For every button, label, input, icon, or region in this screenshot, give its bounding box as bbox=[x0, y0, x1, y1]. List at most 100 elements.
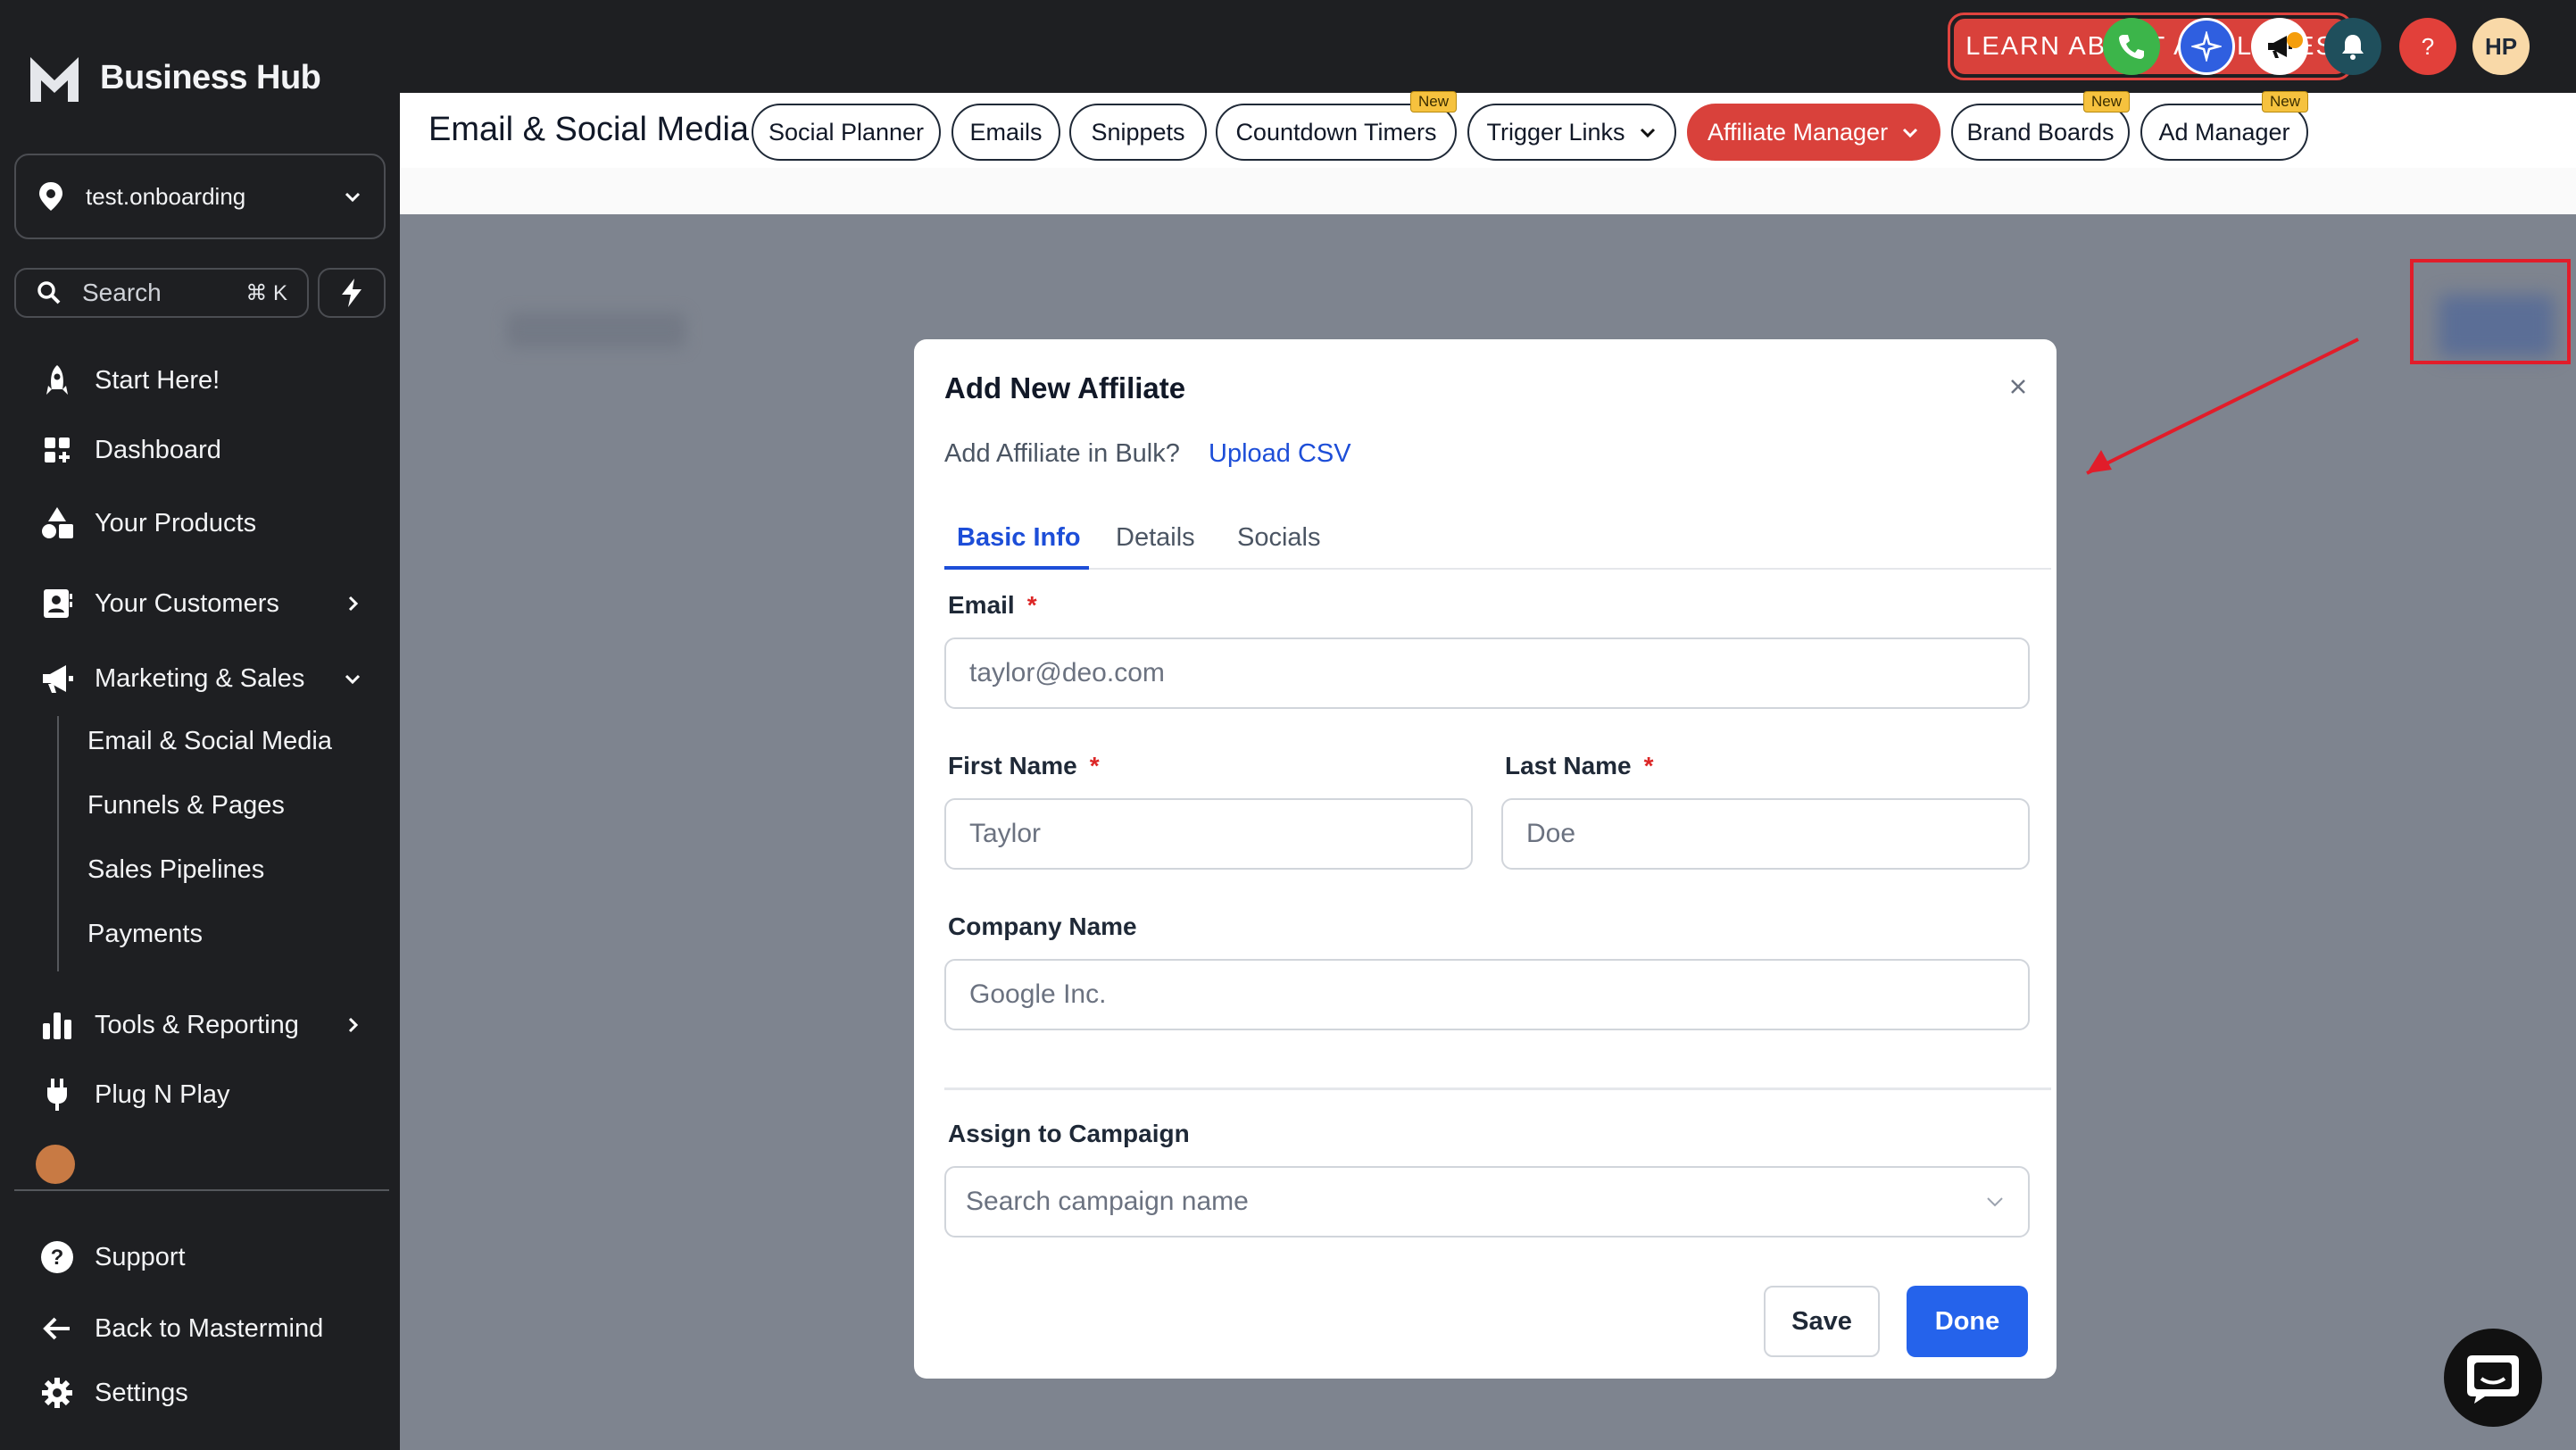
chevron-right-icon bbox=[348, 1017, 359, 1033]
save-button[interactable]: Save bbox=[1764, 1286, 1880, 1357]
bar-chart-icon bbox=[43, 1012, 71, 1039]
email-label: Email * bbox=[948, 591, 1037, 620]
sidebar-item-label: Support bbox=[95, 1242, 186, 1271]
sidebar-item-start-here[interactable]: Start Here! bbox=[39, 362, 220, 398]
top-bar: LEARN ABOUT AFFILIATES ? HP bbox=[400, 0, 2576, 93]
sidebar-item-marketing[interactable]: Marketing & Sales bbox=[39, 661, 361, 696]
sidebar-search[interactable]: Search ⌘ K bbox=[14, 268, 309, 318]
tab-snippets[interactable]: Snippets bbox=[1069, 104, 1207, 161]
tab-label: Trigger Links bbox=[1486, 118, 1625, 146]
help-circle-icon: ? bbox=[41, 1241, 73, 1273]
user-avatar[interactable]: HP bbox=[2472, 18, 2530, 75]
sidebar: Business Hub test.onboarding Search ⌘ K … bbox=[0, 0, 400, 1450]
phone-icon bbox=[2119, 35, 2144, 59]
announcements-button[interactable] bbox=[2251, 18, 2308, 75]
sidebar-item-dashboard[interactable]: Dashboard bbox=[39, 432, 221, 468]
highlight-box-annotation bbox=[2410, 259, 2571, 364]
new-badge: New bbox=[1409, 91, 1457, 112]
sidebar-item-support[interactable]: ? Support bbox=[39, 1239, 186, 1275]
tab-details[interactable]: Details bbox=[1116, 523, 1195, 553]
ai-assistant-button[interactable] bbox=[2178, 18, 2235, 75]
notification-dot bbox=[2287, 32, 2303, 48]
blurred-heading bbox=[507, 312, 686, 348]
last-name-placeholder: Doe bbox=[1526, 819, 1576, 848]
tab-ad-manager[interactable]: Ad Manager New bbox=[2140, 91, 2308, 161]
bulk-prompt: Add Affiliate in Bulk? bbox=[944, 439, 1180, 468]
brand-name: Business Hub bbox=[100, 58, 321, 96]
sidebar-divider bbox=[14, 1189, 389, 1191]
location-name: test.onboarding bbox=[86, 182, 246, 210]
tab-label: Social Planner bbox=[768, 118, 925, 146]
chevron-down-icon bbox=[1903, 128, 1918, 138]
tab-label: Affiliate Manager bbox=[1707, 118, 1889, 146]
sidebar-item-label: Plug N Play bbox=[95, 1079, 230, 1109]
tab-emails[interactable]: Emails bbox=[951, 104, 1060, 161]
sidebar-item-label: Settings bbox=[95, 1378, 188, 1407]
campaign-select[interactable]: Search campaign name bbox=[944, 1166, 2030, 1238]
location-switcher[interactable]: test.onboarding bbox=[14, 154, 386, 239]
company-label-text: Company Name bbox=[948, 912, 1137, 940]
first-name-label: First Name * bbox=[948, 752, 1100, 780]
tab-label: Brand Boards bbox=[1966, 118, 2115, 146]
email-field[interactable]: taylor@deo.com bbox=[944, 638, 2030, 709]
sidebar-subitem-funnels[interactable]: Funnels & Pages bbox=[87, 791, 285, 821]
sidebar-item-label: Start Here! bbox=[95, 365, 220, 395]
sidebar-subitem-payments[interactable]: Payments bbox=[87, 920, 203, 949]
sidebar-subitem-email-social[interactable]: Email & Social Media bbox=[87, 727, 332, 756]
tab-basic-info[interactable]: Basic Info bbox=[957, 523, 1081, 553]
sidebar-item-back[interactable]: Back to Mastermind bbox=[39, 1311, 323, 1346]
company-name-label: Company Name bbox=[948, 912, 1137, 941]
last-name-label-text: Last Name bbox=[1505, 752, 1632, 779]
brand-logo-icon bbox=[30, 57, 79, 102]
new-badge: New bbox=[2261, 91, 2308, 112]
sparkle-icon bbox=[2191, 31, 2222, 62]
tab-trigger-links[interactable]: Trigger Links bbox=[1467, 104, 1676, 161]
sidebar-item-products[interactable]: Your Products bbox=[39, 505, 256, 541]
tab-countdown-timers[interactable]: Countdown Timers New bbox=[1216, 91, 1457, 161]
avatar[interactable] bbox=[36, 1145, 75, 1184]
shapes-icon bbox=[42, 507, 73, 538]
quick-actions-button[interactable] bbox=[318, 268, 386, 318]
first-name-placeholder: Taylor bbox=[969, 819, 1042, 848]
sidebar-item-label: Back to Mastermind bbox=[95, 1313, 324, 1343]
sidebar-item-customers[interactable]: Your Customers bbox=[39, 586, 359, 621]
sidebar-item-plug-n-play[interactable]: Plug N Play bbox=[39, 1077, 230, 1112]
company-name-field[interactable]: Google Inc. bbox=[944, 959, 2030, 1030]
tab-affiliate-manager[interactable]: Affiliate Manager bbox=[1687, 104, 1940, 161]
last-name-label: Last Name * bbox=[1505, 752, 1654, 780]
annotation-arrow bbox=[2086, 338, 2359, 475]
sidebar-item-label: Your Customers bbox=[95, 588, 279, 618]
tab-brand-boards[interactable]: Brand Boards New bbox=[1951, 91, 2130, 161]
tab-social-planner[interactable]: Social Planner bbox=[752, 104, 941, 161]
add-affiliate-modal: Add New Affiliate Add Affiliate in Bulk?… bbox=[914, 339, 2057, 1379]
search-icon bbox=[37, 281, 61, 304]
sidebar-item-label: Dashboard bbox=[95, 435, 221, 464]
megaphone-icon bbox=[43, 665, 73, 693]
sidebar-item-label: Your Products bbox=[95, 508, 257, 538]
done-button[interactable]: Done bbox=[1907, 1286, 2028, 1357]
sidebar-item-settings[interactable]: Settings bbox=[39, 1375, 188, 1411]
tab-divider bbox=[944, 568, 2051, 570]
phone-button[interactable] bbox=[2103, 18, 2160, 75]
submenu-guide-line bbox=[57, 716, 59, 971]
required-marker: * bbox=[1026, 591, 1037, 619]
chat-icon bbox=[2467, 1355, 2519, 1404]
first-name-field[interactable]: Taylor bbox=[944, 798, 1473, 870]
help-icon: ? bbox=[2422, 33, 2434, 60]
help-button[interactable]: ? bbox=[2399, 18, 2456, 75]
company-placeholder: Google Inc. bbox=[969, 979, 1107, 1009]
notifications-button[interactable] bbox=[2324, 18, 2381, 75]
sidebar-item-tools[interactable]: Tools & Reporting bbox=[39, 1007, 359, 1043]
tab-label: Ad Manager bbox=[2158, 118, 2290, 146]
chevron-down-icon bbox=[1987, 1197, 2003, 1207]
upload-csv-link[interactable]: Upload CSV bbox=[1209, 439, 1351, 469]
chevron-down-icon bbox=[345, 674, 361, 685]
required-marker: * bbox=[1643, 752, 1654, 779]
modal-title: Add New Affiliate bbox=[944, 371, 1186, 404]
brand-logo[interactable]: Business Hub bbox=[27, 50, 321, 105]
tab-socials[interactable]: Socials bbox=[1237, 523, 1321, 553]
chat-widget-button[interactable] bbox=[2444, 1329, 2542, 1427]
last-name-field[interactable]: Doe bbox=[1501, 798, 2030, 870]
sidebar-subitem-pipelines[interactable]: Sales Pipelines bbox=[87, 855, 264, 885]
close-icon[interactable] bbox=[2007, 375, 2030, 398]
